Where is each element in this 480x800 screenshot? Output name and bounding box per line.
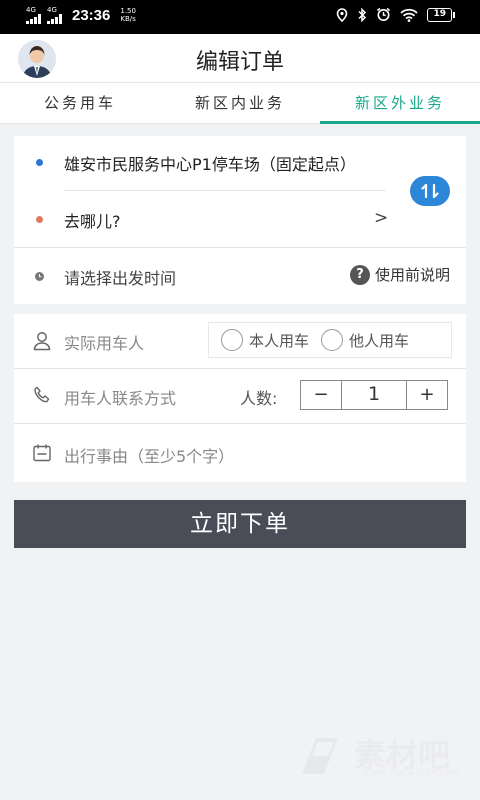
- destination-dot-icon: [36, 216, 43, 223]
- signal-bars-icon: [47, 14, 62, 24]
- clock-icon: [35, 272, 44, 281]
- page-title: 编辑订单: [195, 50, 284, 75]
- tab-in-district[interactable]: 新区内业务: [160, 83, 320, 123]
- trip-reason-input[interactable]: 出行事由（至少5个字）: [64, 443, 234, 467]
- person-icon: [33, 332, 51, 351]
- user-type-radio-group: 本人用车 他人用车: [208, 322, 452, 358]
- radio-others-label: 他人用车: [349, 331, 410, 350]
- location-icon: [337, 7, 348, 22]
- radio-circle-icon: [321, 329, 344, 351]
- watermark-icon: [302, 738, 338, 774]
- origin-text: 雄安市民服务中心P1停车场（固定起点）: [64, 155, 356, 174]
- radio-self-label: 本人用车: [249, 331, 310, 350]
- destination-row[interactable]: 去哪儿? >: [14, 191, 466, 247]
- radio-self[interactable]: 本人用车: [221, 329, 309, 351]
- wifi-icon: [400, 8, 419, 22]
- tab-bar: 公务用车 新区内业务 新区外业务: [0, 82, 480, 124]
- bluetooth-icon: [358, 7, 367, 22]
- passenger-count-stepper: − 1 +: [300, 380, 448, 410]
- clock: 23:36: [72, 6, 111, 24]
- departure-time-input: 请选择出发时间: [64, 269, 177, 288]
- reason-row: 出行事由（至少5个字）: [14, 424, 466, 482]
- place-order-button[interactable]: 立即下单: [14, 500, 466, 548]
- passenger-count-label: 人数:: [240, 389, 278, 408]
- passenger-count-value[interactable]: 1: [341, 381, 407, 409]
- destination-input: 去哪儿?: [64, 212, 121, 231]
- tab-official-car[interactable]: 公务用车: [0, 83, 160, 123]
- status-bar: 4G 4G 23:36 1.50 KB/s 19: [0, 0, 480, 34]
- chevron-right-icon: >: [374, 208, 389, 228]
- actual-user-row: 实际用车人 本人用车 他人用车: [14, 314, 466, 368]
- usage-help-label: 使用前说明: [374, 266, 450, 284]
- phone-icon: [34, 386, 50, 403]
- signal-bars-icon: [26, 14, 41, 24]
- network-speed: 1.50 KB/s: [120, 7, 136, 23]
- question-icon: ?: [349, 264, 370, 285]
- speed-value: 1.50: [120, 7, 136, 15]
- origin-row[interactable]: 雄安市民服务中心P1停车场（固定起点）: [14, 136, 466, 190]
- watermark-logo: 素材吧 www.sucaibar.com: [292, 724, 462, 784]
- increment-button[interactable]: +: [407, 381, 447, 409]
- alarm-icon: [377, 7, 391, 21]
- app-header: 编辑订单: [0, 34, 480, 82]
- passenger-card: 实际用车人 本人用车 他人用车 用车人联系方式 人数: − 1 + 出行事由（至…: [14, 314, 466, 482]
- tab-out-district[interactable]: 新区外业务: [320, 83, 480, 124]
- radio-circle-icon: [221, 329, 243, 351]
- watermark-url: www.sucaibar.com: [362, 768, 462, 778]
- radio-others[interactable]: 他人用车: [321, 329, 409, 351]
- network-type-1: 4G: [26, 6, 36, 14]
- actual-user-input[interactable]: 实际用车人: [64, 330, 144, 354]
- route-card: 雄安市民服务中心P1停车场（固定起点） 去哪儿? > 请选择出发时间 ? 使用前…: [14, 136, 466, 304]
- origin-dot-icon: [36, 159, 43, 166]
- contact-input[interactable]: 用车人联系方式: [64, 385, 176, 409]
- network-type-2: 4G: [47, 6, 57, 14]
- usage-help-link[interactable]: ? 使用前说明: [349, 264, 450, 285]
- signal-1: 4G: [26, 6, 41, 24]
- battery-icon: 19: [427, 7, 455, 22]
- speed-unit: KB/s: [120, 15, 136, 23]
- calendar-icon: [33, 444, 51, 462]
- signal-2: 4G: [47, 6, 62, 24]
- decrement-button[interactable]: −: [301, 381, 341, 409]
